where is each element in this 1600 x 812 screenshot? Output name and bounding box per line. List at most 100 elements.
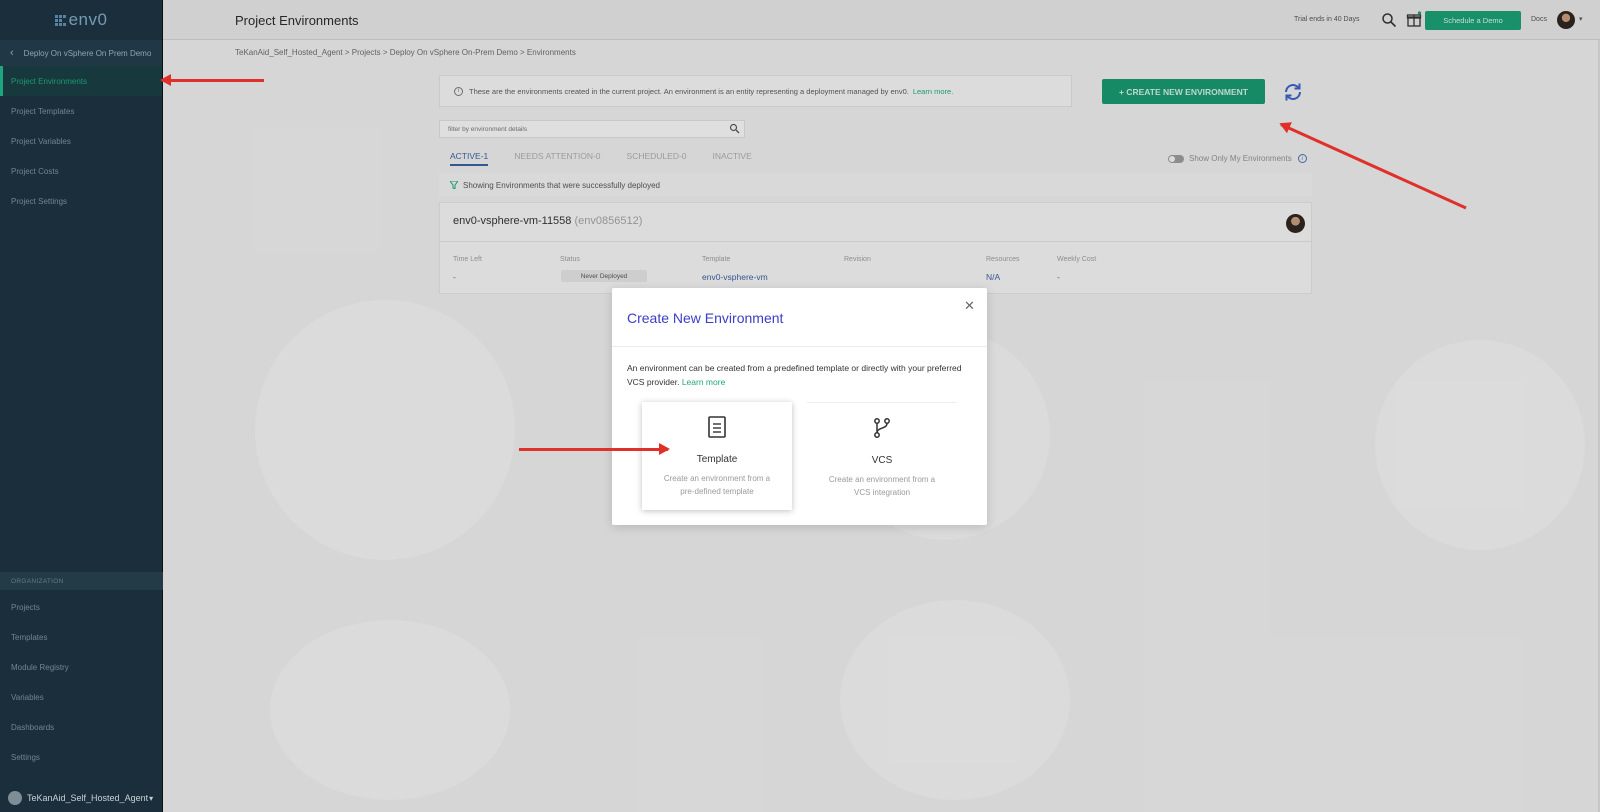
user-avatar[interactable] xyxy=(1557,11,1575,29)
status-badge: Never Deployed xyxy=(561,270,647,282)
chevron-down-icon: ▾ xyxy=(149,793,154,803)
annotation-arrow xyxy=(1280,123,1467,210)
sidebar-item-label: Project Templates xyxy=(11,106,75,116)
environment-id: (env0856512) xyxy=(574,215,643,227)
column-label-revision: Revision xyxy=(844,256,871,263)
page-title: Project Environments xyxy=(235,13,359,28)
info-text: These are the environments created in th… xyxy=(469,86,909,96)
gift-icon[interactable] xyxy=(1406,11,1422,27)
info-banner: i These are the environments created in … xyxy=(439,75,1072,107)
modal-divider xyxy=(612,346,987,347)
column-label-time-left: Time Left xyxy=(453,256,482,263)
template-option-label: Template xyxy=(696,454,738,465)
modal-title: Create New Environment xyxy=(627,310,784,326)
column-label-weekly-cost: Weekly Cost xyxy=(1057,256,1097,263)
logo-mark-icon xyxy=(54,14,66,26)
breadcrumb[interactable]: TeKanAid_Self_Hosted_Agent > Projects > … xyxy=(235,48,576,57)
trial-notice: Trial ends in 40 Days xyxy=(1294,16,1360,23)
sidebar-item-project-templates[interactable]: Project Templates xyxy=(0,96,162,126)
modal-description-text: An environment can be created from a pre… xyxy=(627,363,962,387)
card-divider xyxy=(440,241,1311,242)
sidebar-item-label: Project Settings xyxy=(11,196,68,206)
sidebar-item-label: Dashboards xyxy=(11,722,55,732)
sidebar-item-label: Settings xyxy=(11,752,40,762)
template-icon xyxy=(708,416,726,438)
info-icon: i xyxy=(454,86,463,96)
sidebar-item-dashboards[interactable]: Dashboards xyxy=(0,712,163,742)
column-label-status: Status xyxy=(560,256,580,263)
column-label-template: Template xyxy=(702,256,731,263)
sidebar-item-label: Templates xyxy=(11,632,48,642)
git-branch-icon xyxy=(874,418,890,438)
sidebar-item-project-settings[interactable]: Project Settings xyxy=(0,186,162,216)
sidebar-item-project-variables[interactable]: Project Variables xyxy=(0,126,162,156)
close-icon[interactable]: ✕ xyxy=(964,298,975,314)
organization-switcher[interactable]: TeKanAid_Self_Hosted_Agent ▾ xyxy=(0,784,163,812)
background-decoration xyxy=(255,300,515,560)
organization-header: ORGANIZATION xyxy=(0,572,163,590)
tab-needs-attention[interactable]: NEEDS ATTENTION-0 xyxy=(514,151,600,166)
topbar: Project Environments Trial ends in 40 Da… xyxy=(163,0,1600,40)
create-new-environment-button[interactable]: + CREATE NEW ENVIRONMENT xyxy=(1102,79,1265,104)
template-option-card[interactable]: Template Create an environment from a pr… xyxy=(642,402,792,510)
filter-input[interactable] xyxy=(439,120,745,138)
resources-value[interactable]: N/A xyxy=(986,272,1000,282)
my-environments-toggle-group: Show Only My Environments i xyxy=(1168,154,1307,163)
refresh-icon[interactable] xyxy=(1282,81,1304,103)
docs-link[interactable]: Docs xyxy=(1531,16,1547,23)
template-option-description: Create an environment from a pre-defined… xyxy=(663,474,771,496)
column-label-resources: Resources xyxy=(986,256,1020,263)
chevron-left-icon: ‹ xyxy=(10,47,14,59)
environment-tabs: ACTIVE-1 NEEDS ATTENTION-0 SCHEDULED-0 I… xyxy=(450,151,778,166)
schedule-demo-button[interactable]: Schedule a Demo xyxy=(1425,11,1521,30)
sidebar-item-module-registry[interactable]: Module Registry xyxy=(0,652,163,682)
sidebar-item-templates[interactable]: Templates xyxy=(0,622,163,652)
sidebar: env0 ‹ Deploy On vSphere On Prem Demo Pr… xyxy=(0,0,163,812)
tab-active[interactable]: ACTIVE-1 xyxy=(450,151,489,166)
background-decoration xyxy=(840,600,1070,800)
sidebar-item-label: Module Registry xyxy=(11,662,69,672)
tab-inactive[interactable]: INACTIVE xyxy=(713,151,752,166)
search-icon[interactable] xyxy=(1381,12,1397,28)
my-environments-toggle[interactable] xyxy=(1168,154,1184,163)
sidebar-item-label: Variables xyxy=(11,692,44,702)
status-text: Showing Environments that were successfu… xyxy=(463,180,660,190)
logo-text: env0 xyxy=(68,10,108,29)
sidebar-item-label: Projects xyxy=(11,602,40,612)
chevron-down-icon[interactable]: ▾ xyxy=(1579,15,1583,23)
sidebar-item-label: Project Costs xyxy=(11,166,59,176)
tab-scheduled[interactable]: SCHEDULED-0 xyxy=(627,151,687,166)
template-link[interactable]: env0-vsphere-vm xyxy=(702,272,768,282)
modal-description: An environment can be created from a pre… xyxy=(627,361,977,389)
status-bar: Showing Environments that were successfu… xyxy=(439,174,1312,196)
sidebar-item-project-environments[interactable]: Project Environments xyxy=(0,66,162,96)
search-icon[interactable] xyxy=(729,123,740,134)
owner-avatar xyxy=(1286,214,1305,233)
project-back-link[interactable]: ‹ Deploy On vSphere On Prem Demo xyxy=(0,40,162,66)
org-avatar xyxy=(8,791,22,805)
vcs-option-label: VCS xyxy=(871,455,893,466)
sidebar-item-projects[interactable]: Projects xyxy=(0,592,163,622)
create-environment-modal: Create New Environment ✕ An environment … xyxy=(612,288,987,525)
background-decoration xyxy=(1375,340,1585,550)
toggle-label: Show Only My Environments xyxy=(1189,154,1292,163)
background-decoration xyxy=(270,620,510,800)
learn-more-link[interactable]: Learn more. xyxy=(913,87,953,96)
info-icon[interactable]: i xyxy=(1297,154,1307,163)
sidebar-item-settings[interactable]: Settings xyxy=(0,742,163,772)
sidebar-item-label: Project Variables xyxy=(11,136,71,146)
filter-funnel-icon xyxy=(450,181,458,189)
project-name: Deploy On vSphere On Prem Demo xyxy=(23,48,152,58)
environment-card[interactable]: env0-vsphere-vm-11558 (env0856512) Time … xyxy=(439,202,1312,294)
vcs-option-card[interactable]: VCS Create an environment from a VCS int… xyxy=(807,402,957,510)
environment-title[interactable]: env0-vsphere-vm-11558 (env0856512) xyxy=(453,215,642,227)
env0-logo[interactable]: env0 xyxy=(0,0,162,40)
sidebar-item-variables[interactable]: Variables xyxy=(0,682,163,712)
sidebar-item-project-costs[interactable]: Project Costs xyxy=(0,156,162,186)
environment-name: env0-vsphere-vm-11558 xyxy=(453,215,572,227)
sidebar-item-label: Project Environments xyxy=(11,76,88,86)
vcs-option-description: Create an environment from a VCS integra… xyxy=(828,475,936,497)
annotation-arrow xyxy=(519,443,670,455)
org-name: TeKanAid_Self_Hosted_Agent xyxy=(27,793,149,803)
learn-more-link[interactable]: Learn more xyxy=(682,377,725,387)
